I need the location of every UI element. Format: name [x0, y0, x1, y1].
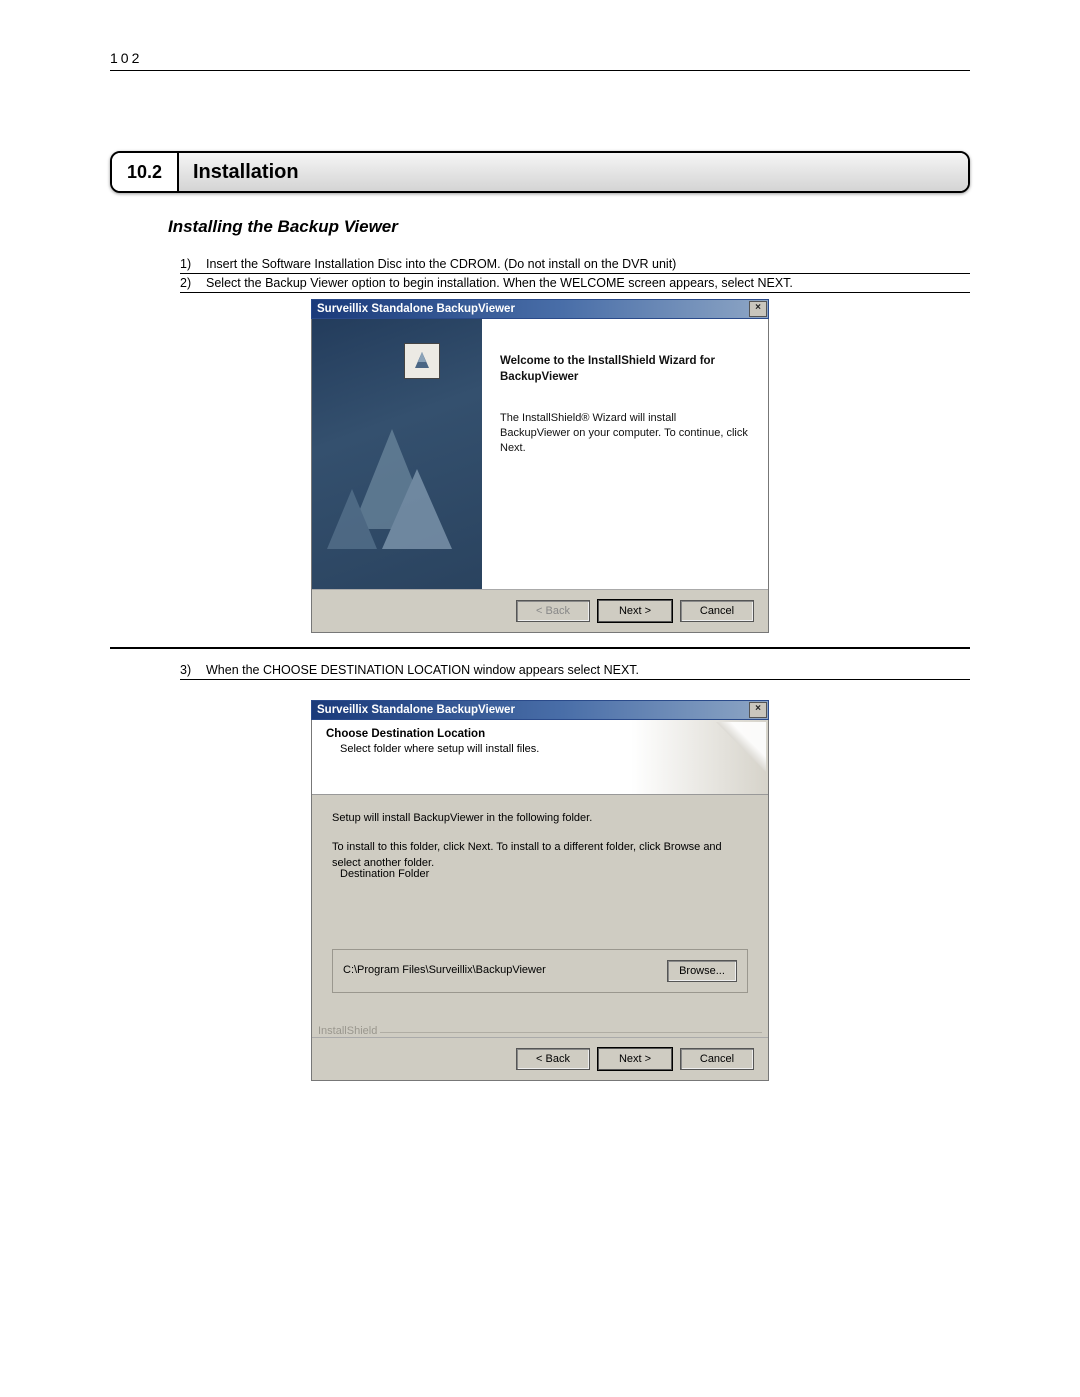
destination-folder-fieldset: C:\Program Files\Surveillix\BackupViewer… [332, 949, 748, 993]
titlebar: Surveillix Standalone BackupViewer × [311, 700, 769, 720]
divider [110, 647, 970, 649]
section-header: 10.2 Installation [110, 151, 970, 193]
welcome-heading-line1: Welcome to the InstallShield Wizard for [500, 355, 748, 367]
step-row: 3) When the CHOOSE DESTINATION LOCATION … [180, 661, 970, 680]
step-row: 1) Insert the Software Installation Disc… [180, 255, 970, 274]
welcome-right-panel: Welcome to the InstallShield Wizard for … [482, 319, 768, 589]
installer-dialog-destination: Surveillix Standalone BackupViewer × Cho… [311, 700, 769, 1081]
next-button[interactable]: Next > [598, 600, 672, 622]
subheading: Installing the Backup Viewer [168, 217, 970, 237]
page-number: 102 [110, 50, 970, 66]
window-title: Surveillix Standalone BackupViewer [317, 303, 515, 315]
window-title: Surveillix Standalone BackupViewer [317, 704, 515, 716]
destination-body: Setup will install BackupViewer in the f… [312, 795, 768, 1023]
welcome-description: The InstallShield® Wizard will install B… [500, 411, 748, 456]
titlebar: Surveillix Standalone BackupViewer × [311, 299, 769, 319]
destination-heading: Choose Destination Location [326, 728, 754, 740]
steps-list: 1) Insert the Software Installation Disc… [180, 255, 970, 293]
step-row: 2) Select the Backup Viewer option to be… [180, 274, 970, 293]
next-button[interactable]: Next > [598, 1048, 672, 1070]
step-text: Select the Backup Viewer option to begin… [206, 276, 970, 290]
steps-list: 3) When the CHOOSE DESTINATION LOCATION … [180, 661, 970, 680]
cancel-button[interactable]: Cancel [680, 1048, 754, 1070]
top-rule [110, 70, 970, 71]
button-row: < Back Next > Cancel [312, 1037, 768, 1080]
step-number: 1) [180, 257, 206, 271]
destination-text-2: To install to this folder, click Next. T… [332, 840, 748, 871]
dialog-body: Choose Destination Location Select folde… [311, 720, 769, 1081]
step-text: Insert the Software Installation Disc in… [206, 257, 970, 271]
destination-path: C:\Program Files\Surveillix\BackupViewer [343, 963, 659, 978]
destination-subheading: Select folder where setup will install f… [340, 743, 754, 755]
welcome-sidebar-graphic [312, 319, 482, 589]
back-button[interactable]: < Back [516, 1048, 590, 1070]
back-button: < Back [516, 600, 590, 622]
close-icon[interactable]: × [749, 301, 767, 317]
step-number: 2) [180, 276, 206, 290]
destination-text-1: Setup will install BackupViewer in the f… [332, 811, 748, 826]
installshield-logo-icon [404, 343, 440, 379]
dialog-body: Welcome to the InstallShield Wizard for … [311, 319, 769, 633]
browse-button[interactable]: Browse... [667, 960, 737, 982]
installer-dialog-welcome: Surveillix Standalone BackupViewer × [311, 299, 769, 633]
installshield-label: InstallShield [312, 1023, 768, 1037]
button-row: < Back Next > Cancel [312, 589, 768, 632]
fieldset-label: Destination Folder [336, 868, 433, 880]
step-number: 3) [180, 663, 206, 677]
section-title: Installation [179, 153, 968, 191]
close-icon[interactable]: × [749, 702, 767, 718]
step-text: When the CHOOSE DESTINATION LOCATION win… [206, 663, 970, 677]
welcome-heading-line2: BackupViewer [500, 371, 748, 383]
section-number: 10.2 [112, 153, 179, 191]
destination-header: Choose Destination Location Select folde… [312, 720, 768, 795]
cancel-button[interactable]: Cancel [680, 600, 754, 622]
